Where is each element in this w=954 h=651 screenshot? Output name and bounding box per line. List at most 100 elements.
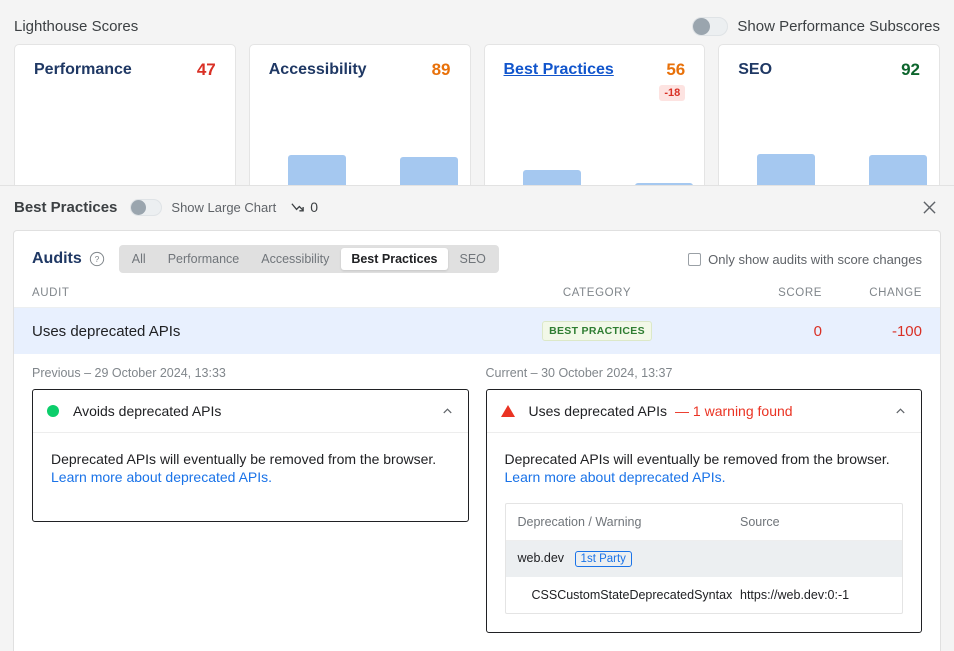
score-card-value: 89 — [431, 60, 451, 79]
score-card-title: Performance — [34, 61, 132, 78]
tab-accessibility[interactable]: Accessibility — [251, 248, 339, 270]
best-practices-title: Best Practices — [14, 198, 118, 216]
green-circle-icon — [47, 405, 59, 417]
previous-detail-box: Avoids deprecated APIs Deprecated APIs w… — [32, 389, 469, 523]
audit-change: -100 — [891, 322, 922, 340]
toggle-knob — [131, 199, 147, 215]
audits-toolbar: Audits ? All Performance Accessibility Best… — [14, 231, 940, 281]
score-card-chart — [269, 118, 458, 185]
toggle-knob — [693, 17, 711, 35]
scores-header: Lighthouse Scores Show Performance Subsc… — [0, 0, 954, 41]
close-icon — [922, 200, 936, 214]
subscores-toggle-group[interactable]: Show Performance Subscores — [692, 16, 940, 36]
chart-bar — [869, 155, 928, 185]
current-label: Current – 30 October 2024, 13:37 — [485, 366, 673, 380]
score-card-head: Performance 47 — [15, 45, 235, 79]
score-card-head: SEO 92 — [719, 45, 939, 79]
only-show-changes-checkbox[interactable] — [688, 252, 702, 266]
chevron-up-icon[interactable] — [894, 405, 907, 418]
previous-description: Deprecated APIs will eventually be remov… — [51, 451, 437, 467]
score-card-right: 89 — [432, 61, 451, 78]
chart-bar — [399, 157, 458, 185]
warning-col-source: Source — [740, 515, 780, 530]
svg-text:?: ? — [94, 254, 99, 264]
score-card[interactable]: Best Practices 56 -18 — [483, 44, 706, 185]
tab-all[interactable]: All — [122, 248, 156, 270]
previous-detail-body: Deprecated APIs will eventually be remov… — [33, 433, 468, 521]
chevron-up-icon[interactable] — [441, 405, 454, 418]
list-item: CSSCustomStateDeprecatedSyntax https://w… — [506, 577, 903, 613]
previous-column: Previous – 29 October 2024, 13:33 Avoids… — [32, 366, 469, 633]
previous-detail-header[interactable]: Avoids deprecated APIs — [33, 390, 468, 433]
score-card-title[interactable]: Best Practices — [504, 61, 614, 79]
score-delta-badge: -18 — [659, 85, 686, 102]
current-warning-text: — 1 warning found — [675, 403, 793, 419]
score-card[interactable]: Accessibility 89 — [248, 44, 471, 185]
table-row[interactable]: Uses deprecated APIs BEST PRACTICES 0 -1… — [14, 308, 940, 354]
current-detail-body: Deprecated APIs will eventually be remov… — [487, 433, 922, 632]
show-large-chart-toggle[interactable] — [130, 198, 163, 216]
previous-detail-title: Avoids deprecated APIs — [73, 403, 222, 419]
column-change: CHANGE — [869, 287, 922, 299]
subscores-toggle-label: Show Performance Subscores — [737, 17, 940, 35]
close-button[interactable] — [918, 196, 940, 218]
current-description: Deprecated APIs will eventually be remov… — [504, 451, 890, 467]
warning-group-label: web.dev — [517, 551, 565, 566]
warning-group-cell: web.dev 1st Party — [517, 551, 741, 568]
audits-column-header: AUDIT CATEGORY SCORE CHANGE — [14, 281, 940, 308]
current-column: Current – 30 October 2024, 13:37 Uses de… — [485, 366, 922, 634]
current-learn-more-link[interactable]: Learn more about deprecated APIs. — [505, 469, 726, 485]
current-detail-box: Uses deprecated APIs — 1 warning found D… — [485, 389, 922, 634]
previous-learn-more-link[interactable]: Learn more about deprecated APIs. — [51, 469, 272, 485]
score-card-chart — [34, 118, 216, 185]
audit-category-filters: All Performance Accessibility Best Practice… — [118, 245, 499, 273]
chart-bar — [287, 155, 346, 185]
score-card[interactable]: SEO 92 — [718, 44, 940, 185]
score-card-chart — [504, 118, 693, 185]
previous-label: Previous – 29 October 2024, 13:33 — [32, 366, 226, 380]
score-card-value: 56 — [666, 60, 686, 79]
page-title: Lighthouse Scores — [14, 17, 139, 35]
score-card-title: Accessibility — [268, 61, 367, 78]
chart-bar — [757, 154, 816, 185]
warning-item-source: https://web.dev:0:-1 — [740, 588, 850, 603]
score-card-title: SEO — [738, 61, 773, 78]
score-card-right: 56 -18 — [659, 60, 686, 102]
column-audit: AUDIT — [32, 287, 70, 299]
warning-col-deprecation: Deprecation / Warning — [517, 515, 642, 530]
audit-category-cell: BEST PRACTICES — [482, 321, 712, 341]
lighthouse-scores-section: Lighthouse Scores Show Performance Subsc… — [0, 0, 954, 186]
audits-panel: Audits ? All Performance Accessibility Best… — [13, 230, 941, 651]
only-show-changes-label: Only show audits with score changes — [708, 251, 922, 267]
show-performance-subscores-toggle[interactable] — [692, 16, 729, 36]
audit-score: 0 — [813, 322, 822, 340]
current-detail-header[interactable]: Uses deprecated APIs — 1 warning found — [486, 390, 921, 433]
best-practices-bar: Best Practices Show Large Chart 0 — [0, 186, 954, 228]
warning-table-header: Deprecation / Warning Source — [505, 504, 902, 542]
tab-best-practices[interactable]: Best Practices — [341, 248, 448, 270]
chart-bar — [522, 170, 581, 185]
audit-name: Uses deprecated APIs — [32, 322, 181, 340]
trend-value: 0 — [310, 199, 318, 215]
show-large-chart-label: Show Large Chart — [171, 199, 277, 215]
score-card-chart — [738, 118, 928, 185]
score-card-head: Best Practices 56 -18 — [485, 45, 705, 102]
column-score: SCORE — [778, 287, 822, 299]
score-cards: Performance 47 Accessibility 89 Best Practic… — [0, 44, 954, 185]
only-show-changes-control[interactable]: Only show audits with score changes — [688, 252, 922, 267]
warning-table: Deprecation / Warning Source web.dev 1st… — [504, 503, 903, 615]
help-circle-icon[interactable]: ? — [89, 251, 105, 267]
party-badge: 1st Party — [574, 551, 632, 568]
status-badge: BEST PRACTICES — [542, 321, 652, 341]
score-card-head: Accessibility 89 — [250, 45, 470, 79]
tab-seo[interactable]: SEO — [450, 248, 496, 270]
current-detail-title: Uses deprecated APIs — [528, 403, 668, 419]
score-card[interactable]: Performance 47 — [14, 44, 236, 185]
audits-title: Audits — [32, 250, 82, 267]
chart-bar — [634, 183, 693, 185]
warning-table-group-row: web.dev 1st Party — [505, 541, 902, 578]
score-card-right: 92 — [901, 61, 920, 78]
score-card-value: 47 — [196, 60, 216, 79]
tab-performance[interactable]: Performance — [158, 248, 250, 270]
red-triangle-icon — [500, 405, 515, 417]
